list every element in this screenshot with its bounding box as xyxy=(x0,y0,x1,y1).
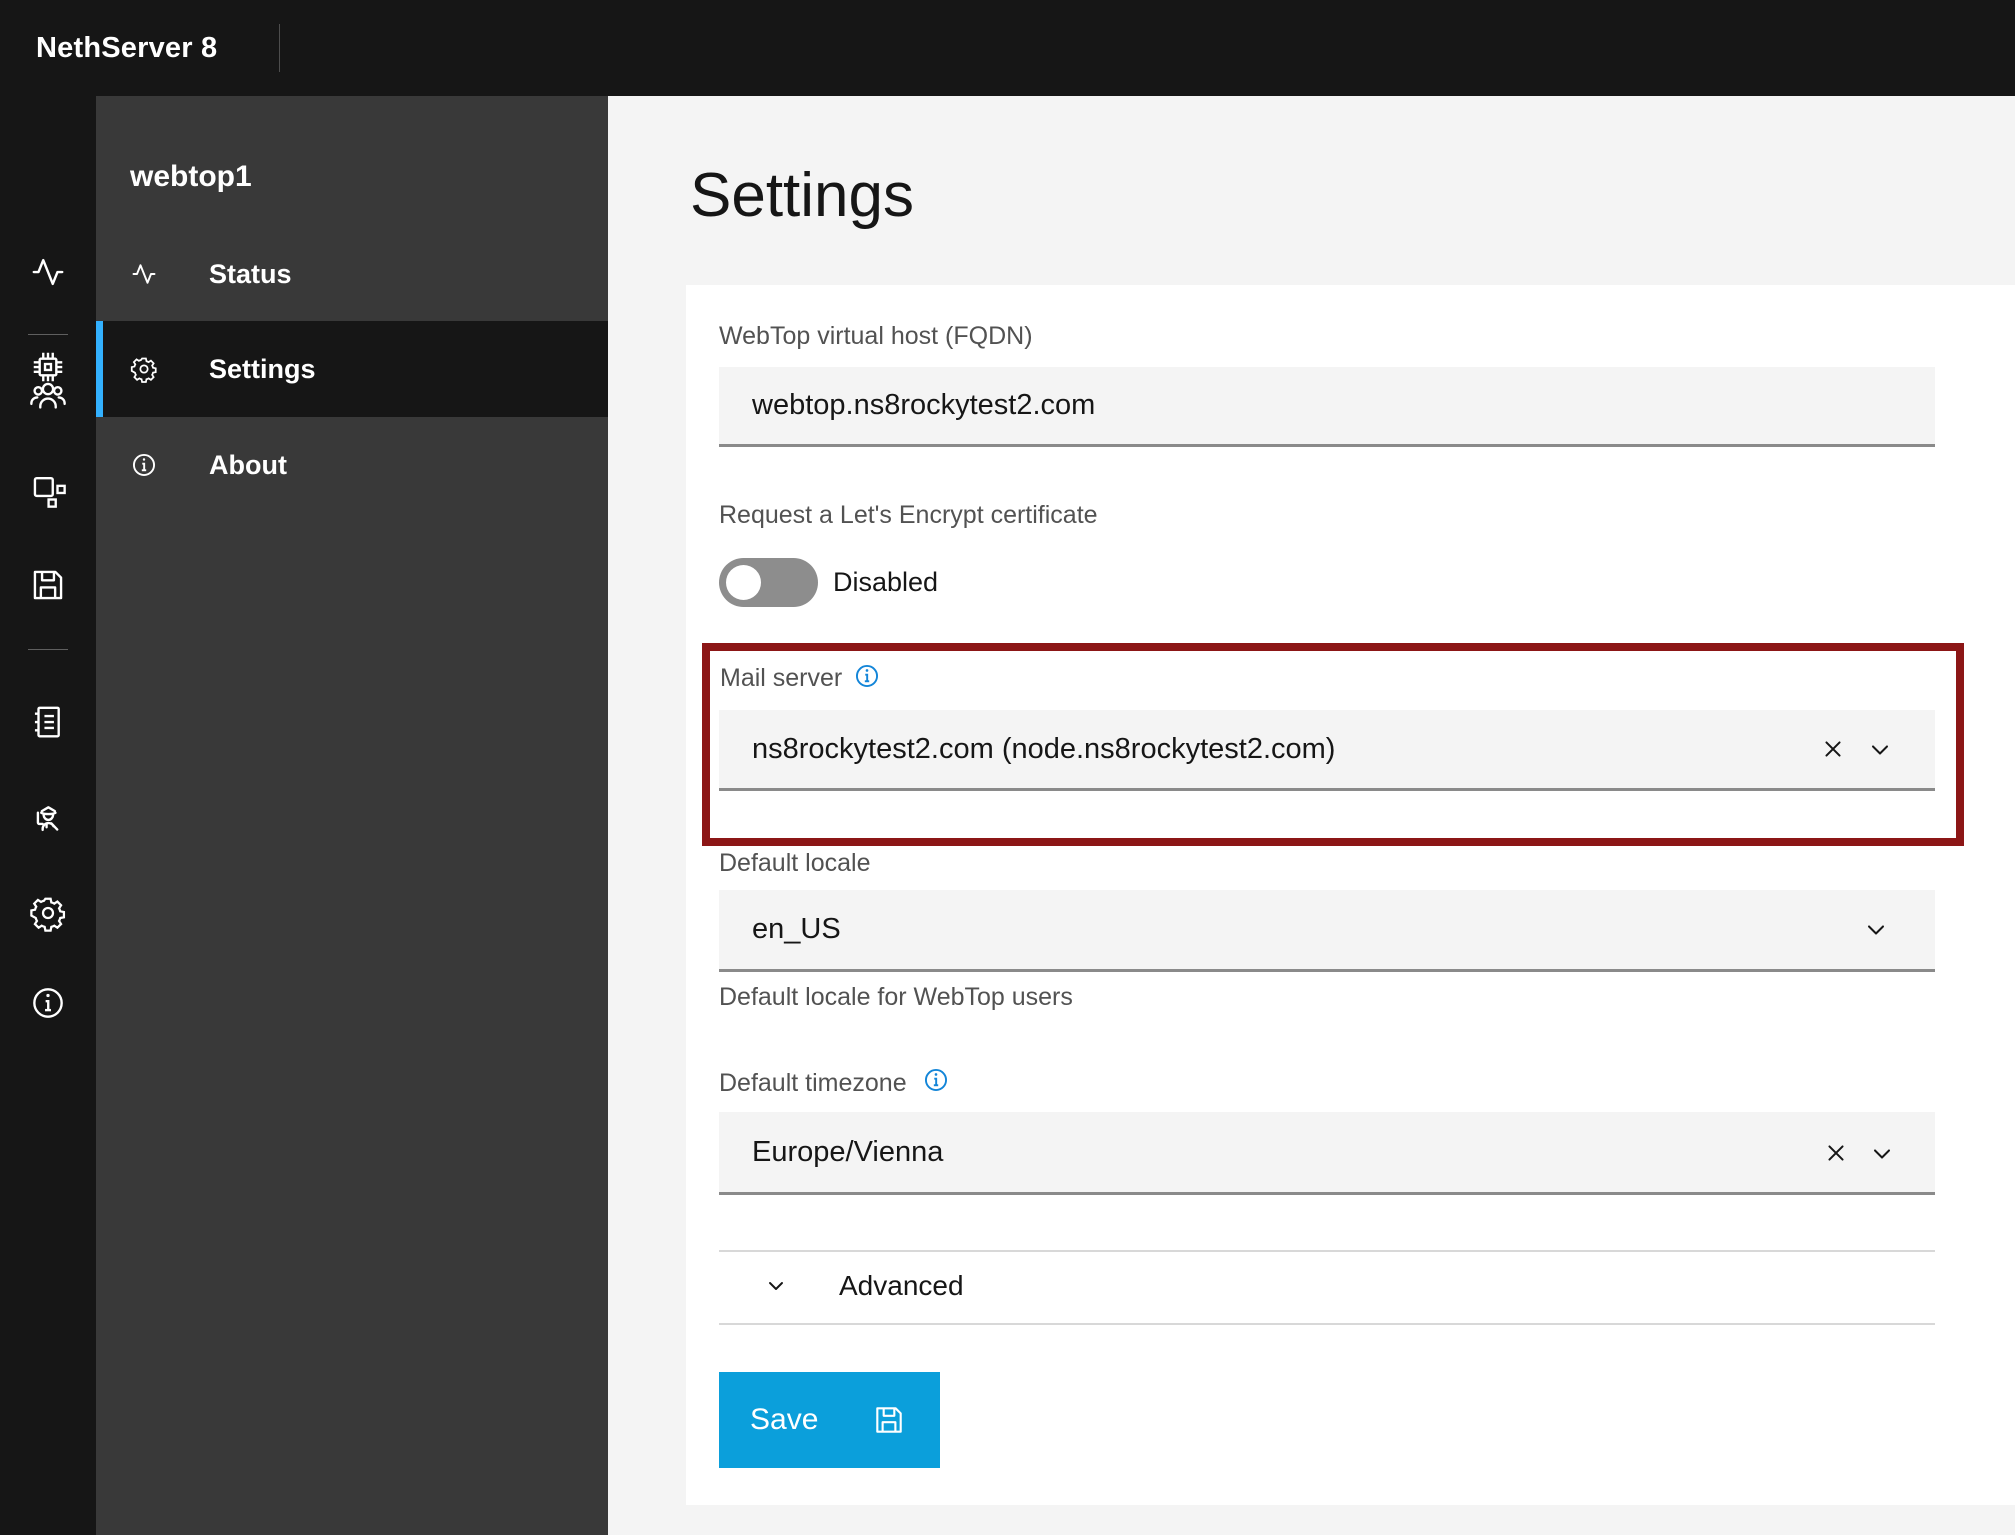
app-name: webtop1 xyxy=(130,160,252,193)
default-locale-label: Default locale xyxy=(719,849,871,877)
group-icon[interactable] xyxy=(29,376,67,414)
lets-encrypt-state: Disabled xyxy=(833,567,939,597)
default-locale-value: en_US xyxy=(752,913,841,945)
sidebar-item-label: Settings xyxy=(209,353,316,384)
virtual-host-value: webtop.ns8rockytest2.com xyxy=(752,389,1096,421)
chevron-down-icon[interactable] xyxy=(1866,736,1894,764)
virtual-host-input[interactable]: webtop.ns8rockytest2.com xyxy=(719,367,1935,447)
sidebar-item-label: Status xyxy=(209,258,292,289)
default-timezone-value: Europe/Vienna xyxy=(752,1135,944,1168)
page-title: Settings xyxy=(690,161,915,230)
chevron-down-icon[interactable] xyxy=(1862,916,1890,944)
rail-divider xyxy=(28,334,68,335)
main-content: Settings WebTop virtual host (FQDN) webt… xyxy=(608,96,2015,1535)
top-header-bar: NethServer 8 xyxy=(0,0,2015,96)
virtual-host-label: WebTop virtual host (FQDN) xyxy=(719,322,1033,350)
sidebar-item-label: About xyxy=(209,449,287,480)
default-locale-select[interactable]: en_US xyxy=(719,890,1935,972)
sidebar-item-settings[interactable]: Settings xyxy=(96,321,608,417)
save-button-label: Save xyxy=(750,1403,819,1436)
save-button[interactable]: Save xyxy=(719,1372,940,1468)
accordion-bottom-border xyxy=(719,1323,1935,1325)
nethserver-admin-window: NethServer 8 webtop1 Status Settings Abo… xyxy=(0,0,2015,1535)
settings-gear-icon xyxy=(130,355,158,383)
settings-gear-icon[interactable] xyxy=(29,894,67,932)
lets-encrypt-label: Request a Let's Encrypt certificate xyxy=(719,501,1098,529)
sidebar-item-status[interactable]: Status xyxy=(96,227,608,321)
activity-icon xyxy=(130,260,158,288)
lets-encrypt-toggle[interactable] xyxy=(719,558,818,607)
toggle-knob xyxy=(726,565,761,600)
chevron-down-icon[interactable] xyxy=(1868,1140,1896,1168)
security-icon[interactable] xyxy=(29,799,67,837)
mail-server-label: Mail server xyxy=(720,664,843,692)
save-floppy-icon xyxy=(872,1403,906,1437)
mail-server-value: ns8rockytest2.com (node.ns8rockytest2.co… xyxy=(752,732,1336,765)
information-icon xyxy=(130,451,158,479)
activity-icon[interactable] xyxy=(29,253,67,291)
information-icon[interactable] xyxy=(29,984,67,1022)
clear-selection-icon[interactable] xyxy=(1819,735,1847,763)
sidebar-item-about[interactable]: About xyxy=(96,417,608,513)
settings-card: WebTop virtual host (FQDN) webtop.ns8roc… xyxy=(686,285,2015,1505)
catalog-logs-icon[interactable] xyxy=(29,703,67,741)
save-backup-icon[interactable] xyxy=(29,566,67,604)
info-icon[interactable] xyxy=(853,662,881,690)
icon-rail xyxy=(0,96,96,1535)
header-divider xyxy=(279,24,280,72)
clear-selection-icon[interactable] xyxy=(1822,1139,1850,1167)
advanced-accordion-label[interactable]: Advanced xyxy=(839,1271,964,1301)
info-icon[interactable] xyxy=(922,1066,950,1094)
default-timezone-combobox[interactable]: Europe/Vienna xyxy=(719,1112,1935,1195)
app-sidebar: webtop1 Status Settings About xyxy=(96,96,608,1535)
chevron-down-icon[interactable] xyxy=(764,1274,788,1298)
rail-divider xyxy=(28,649,68,650)
default-timezone-label: Default timezone xyxy=(719,1069,907,1097)
default-locale-helper: Default locale for WebTop users xyxy=(719,983,1073,1011)
brand-logo[interactable]: NethServer 8 xyxy=(36,0,217,96)
mail-server-combobox[interactable]: ns8rockytest2.com (node.ns8rockytest2.co… xyxy=(719,710,1935,791)
workspace-icon[interactable] xyxy=(29,471,67,509)
